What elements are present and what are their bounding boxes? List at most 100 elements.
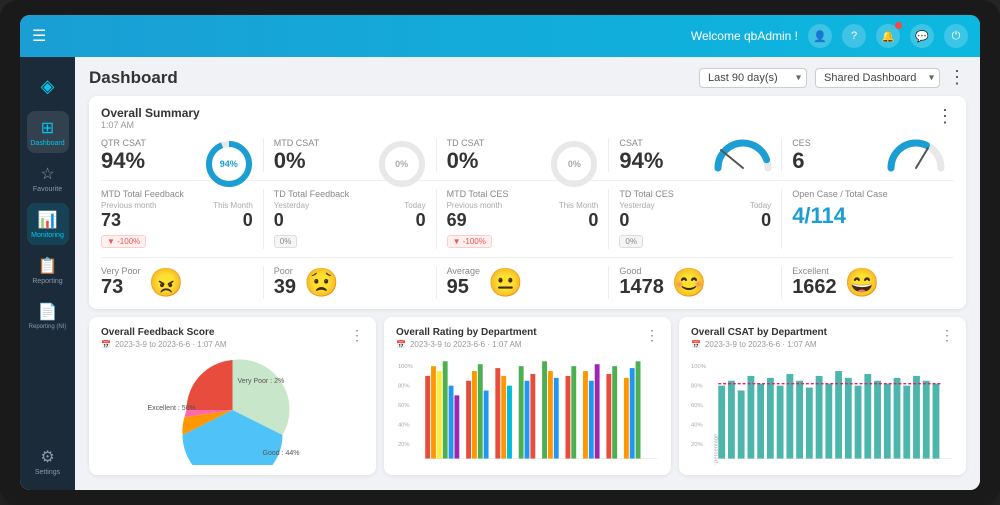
metric-td-csat: TD CSAT 0% 0%	[437, 138, 610, 172]
help-icon[interactable]: ?	[842, 24, 866, 48]
notification-badge	[895, 22, 902, 29]
period-select-wrapper: Last 90 day(s) Last 30 day(s) Last 60 da…	[699, 68, 807, 88]
emotion-very-poor-label: Very Poor	[101, 266, 141, 276]
fb-mtd-prev-value: 73	[101, 210, 121, 231]
fb-mtd-ces-prev-value: 69	[447, 210, 467, 231]
ces-label: CES	[792, 138, 811, 148]
emotion-average-value: 95	[447, 276, 480, 299]
emotion-very-poor: Very Poor 73 😠	[101, 266, 264, 299]
csat-gauge-svg	[713, 138, 773, 173]
sidebar-monitoring-label: Monitoring	[31, 232, 64, 239]
power-icon[interactable]: ⏻	[944, 24, 968, 48]
csat-by-dept-more-icon[interactable]: ⋮	[940, 327, 954, 344]
ces-gauge-chart	[886, 138, 946, 178]
csat-label: CSAT	[619, 138, 642, 148]
metric-csat: CSAT 94%	[609, 138, 782, 172]
csat-bar-chart-svg: 100% 80% 60% 40% 20% SAT by percentage	[691, 355, 954, 465]
subtitle-calendar-icon: 📅	[101, 340, 111, 349]
sidebar-item-reporting2[interactable]: 📄 Reporting (NI)	[27, 295, 69, 337]
rating-by-dept-title: Overall Rating by Department	[396, 327, 537, 338]
fb-td-row: Yesterday Today	[274, 201, 426, 210]
qtr-csat-donut-label: 94%	[220, 159, 238, 169]
svg-text:40%: 40%	[398, 423, 410, 429]
hamburger-icon[interactable]: ☰	[32, 26, 46, 46]
summary-time: 1:07 AM	[101, 120, 200, 130]
svg-text:20%: 20%	[398, 442, 410, 448]
sidebar-reporting2-label: Reporting (NI)	[29, 324, 67, 330]
ces-value: 6	[792, 150, 804, 172]
sidebar-item-dashboard[interactable]: ⊞ Dashboard	[27, 111, 69, 153]
feedback-score-chart-area: Very Poor : 2% Excellent : 50% Good : 44…	[101, 355, 364, 465]
feedback-score-subtitle: 📅 2023-3-9 to 2023-6-6 · 1:07 AM	[101, 340, 227, 349]
sidebar-item-logo[interactable]: ◈	[27, 65, 69, 107]
feedback-score-date: 2023-3-9 to 2023-6-6 · 1:07 AM	[115, 340, 227, 349]
message-icon[interactable]: 💬	[910, 24, 934, 48]
svg-text:100%: 100%	[691, 364, 706, 370]
nav-left: ☰	[32, 26, 46, 46]
good-emoji: 😊	[672, 266, 707, 299]
qtr-csat-donut: 94%	[203, 138, 255, 190]
feedback-score-header: Overall Feedback Score 📅 2023-3-9 to 202…	[101, 327, 227, 355]
sidebar: ◈ ⊞ Dashboard ☆ Favourite 📊 Monitoring 📋…	[20, 57, 75, 490]
svg-text:80%: 80%	[398, 384, 410, 390]
settings-icon: ⚙	[40, 447, 54, 467]
td-csat-donut-label: 0%	[568, 159, 581, 169]
nav-right: Welcome qbAdmin ! 👤 ? 🔔 💬 ⏻	[691, 24, 968, 48]
reporting2-icon: 📄	[38, 302, 58, 322]
fb-mtd-row: Previous month This Month	[101, 201, 253, 210]
fb-td-badge: 0%	[274, 235, 298, 248]
page-title: Dashboard	[89, 68, 178, 88]
emotion-average: Average 95 😐	[437, 266, 610, 299]
very-poor-emoji: 😠	[149, 266, 184, 299]
csat-calendar-icon: 📅	[691, 340, 701, 349]
sidebar-item-settings[interactable]: ⚙ Settings	[27, 440, 69, 482]
main-content: Dashboard Last 90 day(s) Last 30 day(s) …	[75, 57, 980, 490]
feedback-score-card: Overall Feedback Score 📅 2023-3-9 to 202…	[89, 317, 376, 475]
csat-value: 94%	[619, 150, 663, 172]
sidebar-item-reporting[interactable]: 📋 Reporting	[27, 249, 69, 291]
poor-emoji: 😟	[304, 266, 339, 299]
emotion-very-poor-info: Very Poor 73	[101, 266, 141, 299]
fb-td-ces-curr-label: Today	[750, 201, 771, 210]
dashboard-type-select[interactable]: Shared Dashboard My Dashboard	[815, 68, 940, 88]
feedback-mtd-ces: MTD Total CES Previous month This Month …	[437, 189, 610, 249]
fb-td-ces-values: 0 0	[619, 210, 771, 231]
dashboard-icon: ⊞	[41, 118, 54, 138]
rating-by-dept-more-icon[interactable]: ⋮	[645, 327, 659, 344]
summary-more-icon[interactable]: ⋮	[936, 106, 954, 127]
emotion-very-poor-value: 73	[101, 276, 141, 299]
sidebar-item-label: Dashboard	[30, 140, 64, 147]
fb-mtd-ces-curr-value: 0	[588, 210, 598, 231]
sidebar-item-favourite[interactable]: ☆ Favourite	[27, 157, 69, 199]
open-case-value: 4/114	[792, 203, 846, 228]
dashboard-more-icon[interactable]: ⋮	[948, 67, 966, 88]
summary-title-group: Overall Summary 1:07 AM	[101, 106, 200, 138]
fb-td-ces-badge: 0%	[619, 235, 643, 248]
feedback-score-more-icon[interactable]: ⋮	[350, 327, 364, 344]
svg-text:60%: 60%	[691, 403, 703, 409]
sidebar-item-monitoring[interactable]: 📊 Monitoring	[27, 203, 69, 245]
period-select[interactable]: Last 90 day(s) Last 30 day(s) Last 60 da…	[699, 68, 807, 88]
svg-text:20%: 20%	[691, 442, 703, 448]
dashboard-header: Dashboard Last 90 day(s) Last 30 day(s) …	[89, 67, 966, 88]
fb-mtd-title: MTD Total Feedback	[101, 189, 253, 199]
td-csat-value: 0%	[447, 150, 479, 172]
fb-mtd-ces-prev-label: Previous month	[447, 201, 503, 210]
metric-qtr-csat: QTR CSAT 94% 94%	[101, 138, 264, 172]
td-csat-label: TD CSAT	[447, 138, 485, 148]
mtd-csat-chart: 0%	[376, 138, 428, 190]
user-icon[interactable]: 👤	[808, 24, 832, 48]
fb-td-ces-title: TD Total CES	[619, 189, 771, 199]
fb-mtd-prev-label: Previous month	[101, 201, 157, 210]
rating-by-dept-chart-area: 100% 80% 60% 40% 20%	[396, 355, 659, 465]
pie-chart-svg: Very Poor : 2% Excellent : 50% Good : 44…	[101, 355, 364, 465]
mtd-csat-donut: 0%	[376, 138, 428, 190]
fb-td-ces-curr-value: 0	[761, 210, 771, 231]
bell-icon[interactable]: 🔔	[876, 24, 900, 48]
csat-by-dept-chart-area: 100% 80% 60% 40% 20% SAT by percentage	[691, 355, 954, 465]
summary-header: Overall Summary 1:07 AM ⋮	[101, 106, 954, 138]
fb-mtd-ces-curr-label: This Month	[559, 201, 599, 210]
emotion-excellent-info: Excellent 1662	[792, 266, 837, 299]
fb-open-case-title: Open Case / Total Case	[792, 189, 944, 199]
svg-text:Excellent : 50%: Excellent : 50%	[148, 405, 196, 412]
